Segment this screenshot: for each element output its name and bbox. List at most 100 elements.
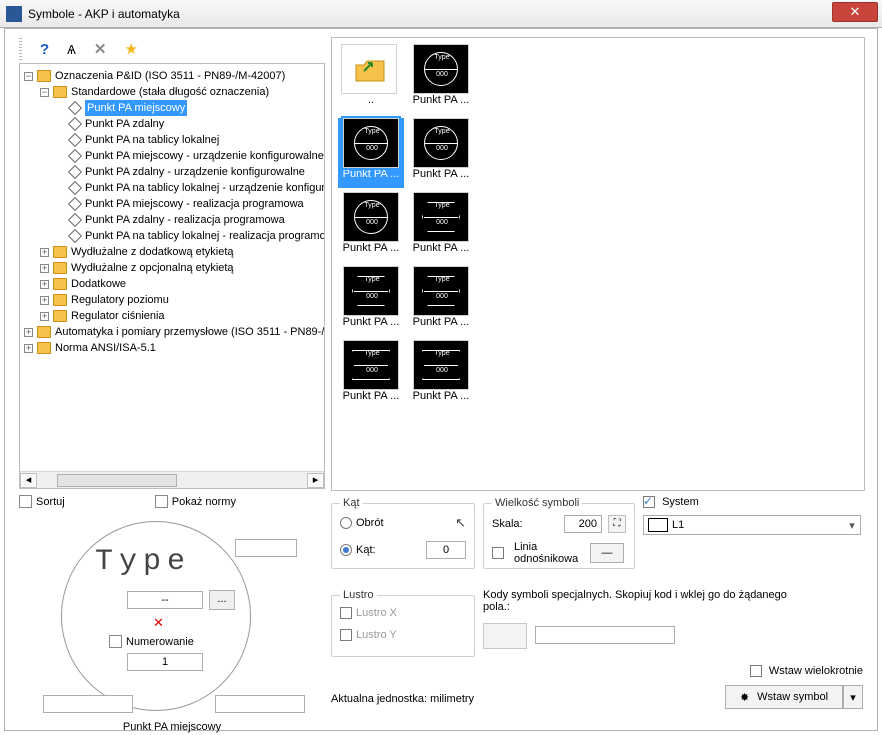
tree-item[interactable]: Punkt PA zdalny [85,116,164,132]
tree-item[interactable]: Punkt PA na tablicy lokalnej [85,132,219,148]
symbol-tree[interactable]: −Oznaczenia P&ID (ISO 3511 - PN89-/M-420… [20,64,325,358]
preview-field-left[interactable] [43,695,133,713]
insert-symbol-button[interactable]: ✸ Wstaw symbol [725,685,843,709]
sort-label: Sortuj [36,496,65,508]
scale-input[interactable]: 200 [564,515,602,533]
scale-pick-icon[interactable]: ⛶ [608,515,626,533]
collapse-icon[interactable]: − [40,88,49,97]
thumb-item[interactable]: Type000 Punkt PA ... [408,192,474,262]
preview-browse-button[interactable]: ... [209,590,235,610]
preview-field-a[interactable] [235,539,297,557]
thumb-item[interactable]: Type000 Punkt PA ... [408,44,474,114]
insert-icon: ✸ [740,691,749,704]
insert-multi-label: Wstaw wielokrotnie [769,665,863,677]
thumb-item[interactable]: Type000 Punkt PA ... [408,340,474,410]
system-checkbox[interactable] [643,496,655,508]
angle-input[interactable]: 0 [426,541,466,559]
expand-icon[interactable]: + [40,280,49,289]
symbol-preview: Type000 [413,340,469,390]
tree-folder[interactable]: Wydłużalne z opcjonalną etykietą [71,260,234,276]
folder-icon [37,326,51,338]
rotation-radio[interactable] [340,517,352,529]
numbering-checkbox[interactable] [109,635,122,648]
layer-name: L1 [672,519,684,531]
tree-folder[interactable]: Wydłużalne z dodatkową etykietą [71,244,234,260]
mirror-x-checkbox[interactable] [340,607,352,619]
folder-icon [53,294,67,306]
tree-item[interactable]: Punkt PA na tablicy lokalnej - urządzeni… [85,180,325,196]
delete-icon[interactable]: ✕ [94,40,107,58]
layer-combo[interactable]: L1 ▾ [643,515,861,535]
symbol-preview: Type000 [413,44,469,94]
folder-icon [37,70,51,82]
symbol-icon [68,117,82,131]
thumb-item-selected[interactable]: Type000 Punkt PA ... [338,118,404,188]
thumb-label: Punkt PA ... [410,242,472,254]
angle-radio[interactable] [340,544,352,556]
controls-area: Kąt Obrót ↖ Kąt: 0 Lustro Lustro X Lustr… [331,497,867,722]
folder-icon [53,278,67,290]
system-label: System [662,496,699,508]
tree-item[interactable]: Punkt PA miejscowy [85,100,187,116]
symbol-preview: Type000 [343,118,399,168]
preview-clear-icon[interactable]: ✕ [153,615,164,631]
collapse-icon[interactable]: − [24,72,33,81]
thumbnail-grid: .. Type000 Punkt PA ... Type000 Punkt PA… [332,38,864,416]
thumb-item[interactable]: Type000 Punkt PA ... [338,266,404,336]
tree-folder[interactable]: Dodatkowe [71,276,126,292]
expand-icon[interactable]: + [40,312,49,321]
numbering-value[interactable]: 1 [127,653,203,671]
insert-multi-checkbox[interactable] [750,665,762,677]
tree-folder[interactable]: Regulatory poziomu [71,292,169,308]
scroll-thumb[interactable] [57,474,177,487]
tree-root[interactable]: Oznaczenia P&ID (ISO 3511 - PN89-/M-4200… [55,68,285,84]
tree-item[interactable]: Punkt PA miejscowy - urządzenie konfigur… [85,148,324,164]
tree-folder-std[interactable]: Standardowe (stała długość oznaczenia) [71,84,269,100]
sort-checkbox[interactable] [19,495,32,508]
thumb-item[interactable]: Type000 Punkt PA ... [338,340,404,410]
mirror-y-label: Lustro Y [356,629,397,641]
thumb-item[interactable]: Type000 Punkt PA ... [338,192,404,262]
tree-item[interactable]: Punkt PA miejscowy - realizacja programo… [85,196,304,212]
help-icon[interactable]: ? [40,41,49,58]
expand-icon[interactable]: + [40,264,49,273]
size-group: Wielkość symboli Skala: 200 ⛶ Linia odno… [483,497,635,569]
tree-folder[interactable]: Norma ANSI/ISA-5.1 [55,340,156,356]
leader-checkbox[interactable] [492,547,504,559]
scroll-right-icon[interactable]: ▸ [307,473,324,488]
code-input[interactable] [535,626,675,644]
favorite-icon[interactable]: ★ [124,40,137,58]
chevron-down-icon: ▾ [844,519,860,532]
expand-icon[interactable]: + [40,248,49,257]
thumb-label: Punkt PA ... [410,390,472,402]
thumb-up-folder[interactable]: .. [338,44,404,114]
leader-style-button[interactable]: — [590,543,624,563]
tree-item[interactable]: Punkt PA zdalny - urządzenie konfigurowa… [85,164,305,180]
tree-item[interactable]: Punkt PA zdalny - realizacja programowa [85,212,285,228]
rotation-label: Obrót [356,517,384,529]
angle-label: Kąt: [356,544,376,556]
window-title: Symbole - AKP i automatyka [28,7,180,21]
show-norms-checkbox[interactable] [155,495,168,508]
scroll-left-icon[interactable]: ◂ [20,473,37,488]
tree-hscrollbar[interactable]: ◂ ▸ [20,471,324,488]
thumb-item[interactable]: Type000 Punkt PA ... [408,266,474,336]
tree-folder[interactable]: Regulator ciśnienia [71,308,165,324]
expand-icon[interactable]: + [40,296,49,305]
tree-folder[interactable]: Automatyka i pomiary przemysłowe (ISO 35… [55,324,325,340]
thumb-label: Punkt PA ... [340,242,402,254]
expand-icon[interactable]: + [24,328,33,337]
insert-symbol-dropdown[interactable]: ▾ [843,685,863,709]
preview-type-label: Type [95,545,191,579]
folder-icon [53,262,67,274]
find-icon[interactable]: Ѧ [67,42,76,57]
close-button[interactable]: ✕ [832,2,878,22]
thumb-item[interactable]: Type000 Punkt PA ... [408,118,474,188]
tree-item[interactable]: Punkt PA na tablicy lokalnej - realizacj… [85,228,325,244]
leader-label: Linia odnośnikowa [514,541,584,565]
preview-field-dashes[interactable]: -- [127,591,203,609]
expand-icon[interactable]: + [24,344,33,353]
app-icon [6,6,22,22]
preview-field-right[interactable] [215,695,305,713]
mirror-y-checkbox[interactable] [340,629,352,641]
